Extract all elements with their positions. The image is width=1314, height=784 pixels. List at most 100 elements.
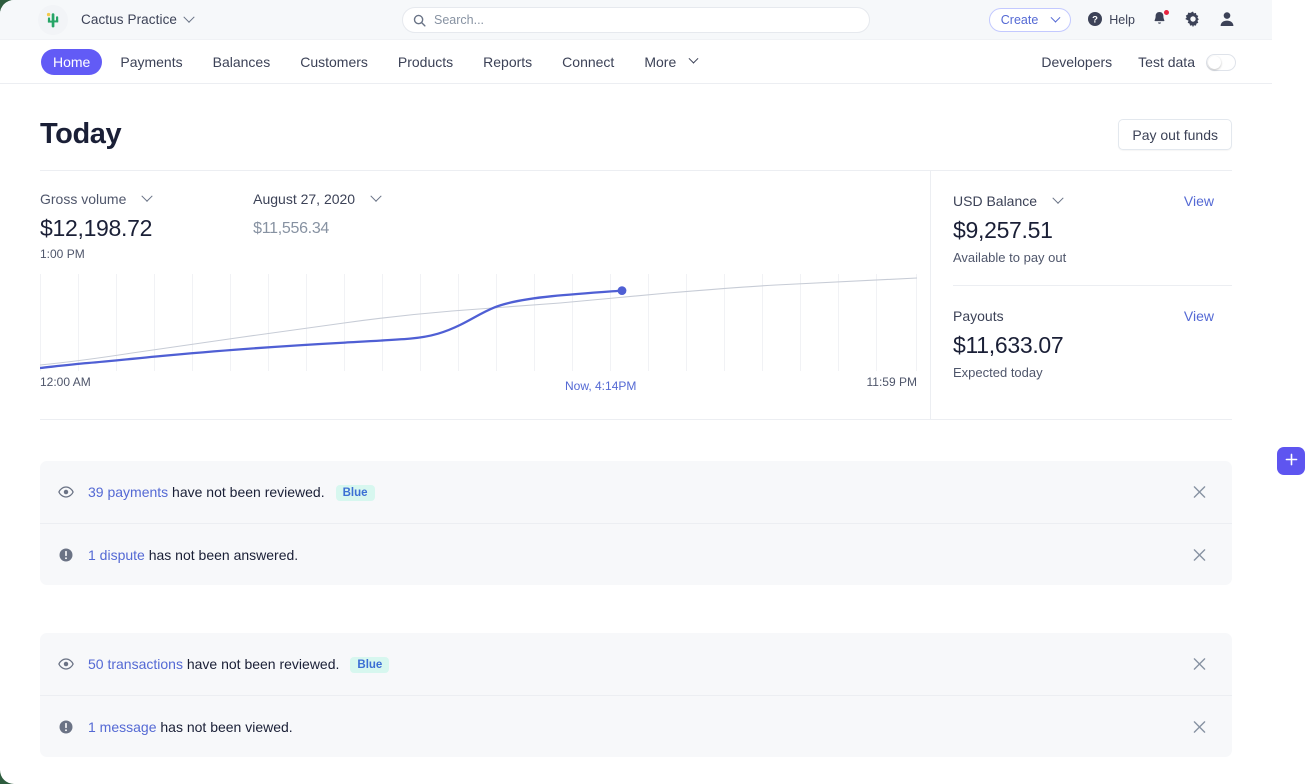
metric-row: Gross volume $12,198.72 1:00 PM August 2… [40, 190, 922, 261]
chevron-down-icon [183, 11, 195, 23]
nav-tab-label: Home [53, 53, 91, 70]
nav-tab-products[interactable]: Products [386, 49, 465, 75]
main-nav: Home Payments Balances Customers Product… [0, 40, 1272, 84]
comparison-metric: August 27, 2020 $11,556.34 [253, 190, 382, 261]
gear-icon [1184, 10, 1202, 31]
usd-balance-value: $9,257.51 [953, 217, 1053, 243]
nav-tab-label: Payments [120, 53, 183, 70]
alert-icon [58, 547, 82, 563]
notice-row[interactable]: 1 dispute has not been answered. [40, 523, 1232, 585]
comparison-value: $11,556.34 [253, 220, 330, 237]
pay-out-funds-button[interactable]: Pay out funds [1118, 119, 1232, 150]
nav-tab-balances[interactable]: Balances [201, 49, 283, 75]
close-icon[interactable] [1189, 482, 1210, 503]
notice-group-transactions: 50 transactions have not been reviewed. B… [40, 633, 1232, 757]
nav-tab-reports[interactable]: Reports [471, 49, 544, 75]
chevron-down-icon [370, 190, 382, 202]
cactus-icon [38, 4, 68, 35]
chart-line-comparison [40, 277, 917, 366]
svg-text:?: ? [1092, 14, 1098, 25]
notice-row[interactable]: 39 payments have not been reviewed. Blue [40, 461, 1232, 523]
status-badge: Blue [350, 656, 390, 673]
axis-now-label: Now, 4:14PM [565, 379, 637, 393]
notice-text: 1 message has not been viewed. [88, 719, 293, 735]
chevron-down-icon [1050, 12, 1061, 23]
payouts-view-link[interactable]: View [1184, 308, 1232, 324]
comparison-date-selector[interactable]: August 27, 2020 [253, 190, 382, 207]
notice-link[interactable]: 1 message [88, 719, 156, 735]
help-icon: ? [1087, 11, 1103, 30]
nav-right: Developers Test data [1041, 40, 1236, 84]
close-icon[interactable] [1189, 544, 1210, 565]
notice-group-payments: 39 payments have not been reviewed. Blue [40, 461, 1232, 585]
nav-tab-connect[interactable]: Connect [550, 49, 626, 75]
notifications-button[interactable] [1151, 9, 1170, 30]
account-button[interactable] [1218, 10, 1236, 31]
developers-link[interactable]: Developers [1041, 54, 1112, 70]
chevron-down-icon [688, 53, 699, 64]
axis-end-label: 11:59 PM [866, 375, 917, 389]
usd-balance-header: USD Balance View [953, 192, 1232, 209]
help-button[interactable]: ? Help [1087, 11, 1135, 30]
add-button[interactable] [1277, 447, 1305, 475]
balances-column: USD Balance View $9,257.51 Available to … [930, 171, 1232, 419]
help-label: Help [1109, 13, 1135, 27]
payouts-title: Payouts [953, 308, 1004, 324]
notice-body: has not been viewed. [156, 718, 293, 735]
nav-tab-customers[interactable]: Customers [288, 49, 380, 75]
search-input[interactable] [434, 13, 869, 27]
gross-volume-metric: Gross volume $12,198.72 1:00 PM [40, 190, 154, 261]
gross-volume-value: $12,198.72 [40, 215, 153, 241]
chart-svg [40, 274, 917, 371]
usd-balance-label: USD Balance [953, 193, 1038, 209]
nav-tab-label: Customers [300, 53, 368, 70]
notice-link[interactable]: 1 dispute [88, 547, 145, 563]
nav-tab-label: Reports [483, 53, 533, 70]
account-switcher[interactable]: Cactus Practice [38, 4, 195, 35]
comparison-date-label: August 27, 2020 [253, 191, 356, 207]
settings-button[interactable] [1184, 10, 1202, 31]
app-window: Cactus Practice Create ? [0, 0, 1272, 784]
notice-row[interactable]: 1 message has not been viewed. [40, 695, 1232, 757]
chevron-down-icon [141, 190, 154, 202]
test-data-toggle[interactable] [1206, 53, 1236, 71]
notice-text: 50 transactions have not been reviewed. B… [88, 656, 390, 673]
nav-tab-label: Balances [212, 53, 271, 70]
usd-balance-selector[interactable]: USD Balance [953, 192, 1064, 209]
account-name: Cactus Practice [81, 12, 178, 27]
payouts-value: $11,633.07 [953, 332, 1064, 358]
usd-balance-card: USD Balance View $9,257.51 Available to … [953, 171, 1232, 285]
gross-volume-card: Gross volume $12,198.72 1:00 PM August 2… [40, 171, 930, 419]
nav-tab-label: Products [397, 53, 454, 70]
notice-text: 39 payments have not been reviewed. Blue [88, 484, 375, 501]
notification-badge [1163, 9, 1170, 16]
plus-icon [1284, 452, 1299, 470]
top-bar: Cactus Practice Create ? [0, 0, 1272, 40]
page-header: Today Pay out funds [40, 84, 1232, 171]
notice-link[interactable]: 50 transactions [88, 656, 183, 672]
nav-tab-home[interactable]: Home [41, 48, 103, 75]
nav-tab-payments[interactable]: Payments [108, 49, 194, 75]
notice-body: have not been reviewed. [168, 483, 325, 500]
gross-volume-selector[interactable]: Gross volume [40, 190, 154, 207]
nav-tab-label: Connect [562, 53, 615, 70]
create-button[interactable]: Create [988, 8, 1072, 32]
search-box[interactable] [402, 7, 870, 33]
gross-volume-chart[interactable] [40, 274, 917, 371]
notice-row[interactable]: 50 transactions have not been reviewed. B… [40, 633, 1232, 695]
close-icon[interactable] [1189, 716, 1210, 737]
payouts-header: Payouts View [953, 308, 1232, 324]
eye-icon [58, 484, 82, 500]
user-icon [1218, 10, 1236, 31]
gross-volume-time: 1:00 PM [40, 247, 85, 261]
notice-link[interactable]: 39 payments [88, 484, 168, 500]
close-icon[interactable] [1189, 654, 1210, 675]
payouts-subtitle: Expected today [953, 365, 1043, 380]
chart-x-axis: 12:00 AM Now, 4:14PM 11:59 PM [40, 375, 917, 397]
search-icon [413, 14, 426, 27]
nav-tab-more[interactable]: More [632, 49, 709, 75]
gross-volume-label: Gross volume [40, 191, 127, 207]
usd-balance-view-link[interactable]: View [1184, 193, 1232, 209]
chart-gridlines [40, 274, 917, 371]
status-badge: Blue [335, 484, 375, 501]
